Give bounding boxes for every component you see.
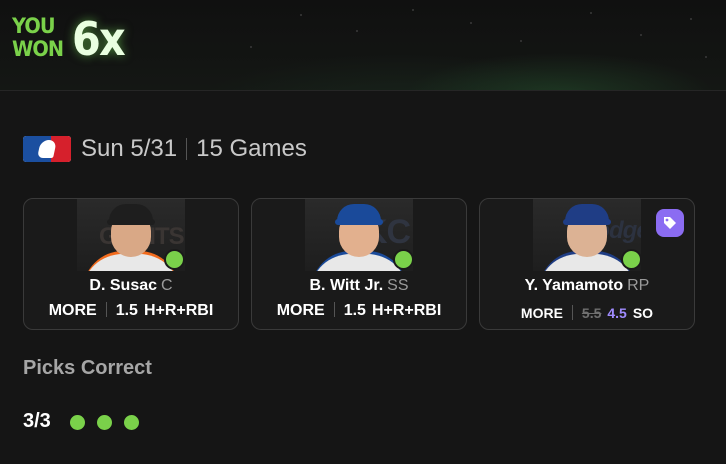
pick-stat: SO — [632, 305, 654, 321]
player-name: Y. Yamamoto — [524, 277, 624, 294]
pick-direction: MORE — [48, 302, 97, 319]
picks-correct-count: 3/3 — [23, 410, 51, 432]
you-won-label: YOU WON — [12, 14, 64, 61]
pick-line: MORE 1.5 H+R+RBI — [252, 302, 466, 320]
tag-icon[interactable] — [656, 209, 684, 237]
slate-date: Sun 5/31 — [81, 135, 178, 162]
player-name-line: D. Susac C — [24, 277, 238, 295]
picks-correct-title: Picks Correct — [23, 357, 152, 379]
pick-direction: MORE — [276, 302, 325, 319]
pick-line: MORE 5.5 4.5 SO — [480, 305, 694, 321]
player-name: D. Susac — [89, 277, 158, 294]
pick-card[interactable]: GIANTS D. SusacC MORE1.5H+R+RBI — [23, 198, 239, 330]
pick-value: 1.5 — [115, 302, 138, 319]
pick-stat: H+R+RBI — [143, 302, 214, 319]
original-line: 5.5 — [581, 305, 602, 321]
slate-divider — [186, 138, 188, 160]
pick-result-dot — [97, 415, 112, 430]
pick-stat: H+R+RBI — [371, 302, 442, 319]
discounted-line: 4.5 — [607, 305, 627, 321]
pick-card[interactable]: Dodgers Y. YamamotoRP MORE5.54.5SO — [479, 198, 695, 330]
correct-status-icon — [621, 249, 642, 270]
win-multiplier: 6x — [72, 12, 126, 66]
pick-value: 1.5 — [343, 302, 366, 319]
win-banner: YOU WON 6x — [0, 0, 726, 91]
player-name-line: Y. Yamamoto RP — [480, 277, 694, 295]
pick-direction: MORE — [520, 305, 563, 321]
pick-result-dot — [124, 415, 139, 430]
pick-line: MORE 1.5 H+R+RBI — [24, 302, 238, 320]
slate-games: 15 Games — [196, 135, 307, 162]
player-name-line: B. Witt Jr. SS — [252, 277, 466, 295]
correct-status-icon — [393, 249, 414, 270]
pick-card[interactable]: KC B. Witt Jr. SS MORE 1.5 H+R+RBI — [251, 198, 467, 330]
pick-result-dot — [70, 415, 85, 430]
player-position: SS — [387, 277, 409, 294]
player-position: C — [161, 277, 173, 294]
mlb-logo-icon — [23, 136, 71, 162]
player-position: RP — [627, 277, 650, 294]
player-name: B. Witt Jr. — [309, 277, 384, 294]
slate-header: Sun 5/31 15 Games — [23, 134, 307, 164]
correct-status-icon — [164, 249, 185, 270]
